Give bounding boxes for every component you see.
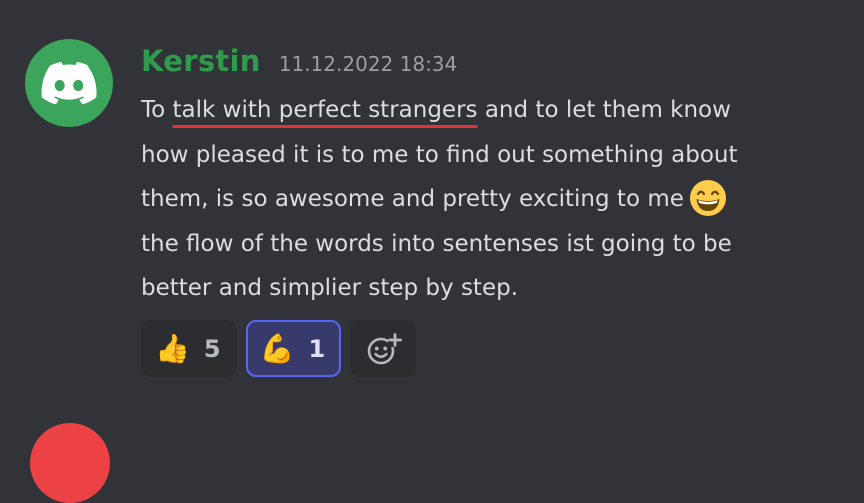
message-line-3: them, is so awesome and pretty exciting … [141, 177, 831, 222]
text-segment: them, is so awesome and pretty exciting … [141, 186, 684, 212]
reaction-flexed-biceps[interactable]: 💪 1 [245, 320, 342, 377]
flexed-biceps-icon: 💪 [259, 331, 295, 365]
author-name[interactable]: Kerstin [141, 44, 261, 78]
reaction-thumbs-up[interactable]: 👍 5 [141, 320, 237, 377]
message-line-2: how pleased it is to me to find out some… [141, 141, 738, 168]
reaction-count: 1 [308, 334, 326, 363]
spellcheck-underlined-text: talk with perfect strangers [172, 97, 478, 123]
grinning-face-emoji-icon [689, 180, 726, 216]
thumbs-up-icon: 👍 [155, 331, 190, 365]
next-message-avatar[interactable] [30, 423, 110, 503]
add-reaction-button[interactable] [350, 320, 417, 377]
text-segment: To [141, 97, 173, 123]
add-reaction-icon [367, 332, 403, 364]
message-timestamp: 11.12.2022 18:34 [278, 52, 458, 76]
message-header: Kerstin 11.12.2022 18:34 [141, 44, 457, 78]
reaction-count: 5 [203, 334, 221, 363]
message-content: To talk with perfect strangers and to le… [141, 88, 831, 311]
message-line-1: To talk with perfect strangers and to le… [141, 88, 831, 133]
reactions-bar: 👍 5 💪 1 [141, 320, 417, 377]
message-line-5: better and simplier step by step. [141, 275, 519, 301]
text-segment: and to let them know [477, 97, 731, 123]
message-line-4: the flow of the words into sentenses ist… [141, 230, 732, 257]
user-avatar[interactable] [25, 39, 113, 127]
discord-logo-icon [41, 62, 97, 104]
